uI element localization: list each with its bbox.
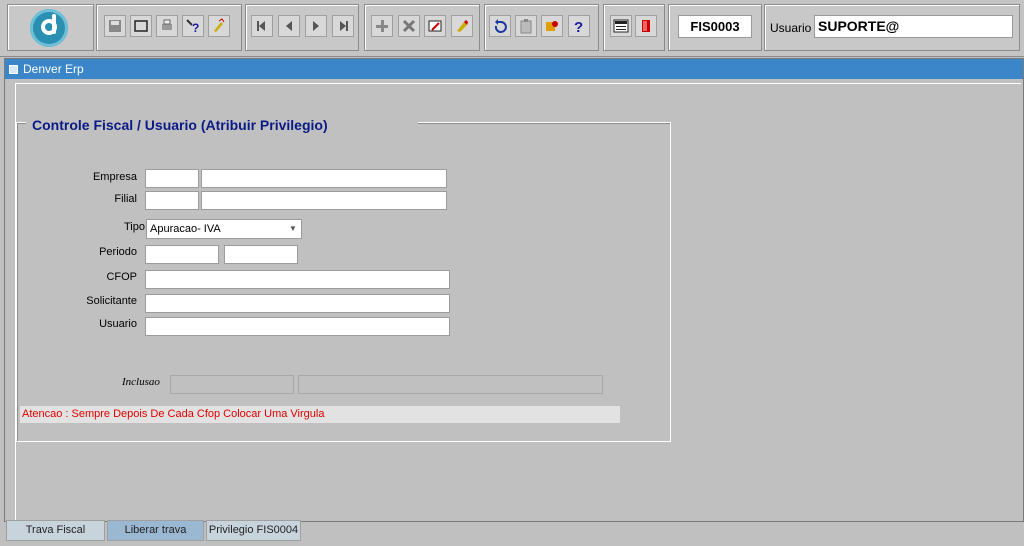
inclusao-date-field (170, 375, 294, 394)
user-field: SUPORTE@ (814, 15, 1013, 38)
solicitante-label: Solicitante (86, 295, 137, 307)
first-record-icon[interactable] (251, 15, 273, 37)
execute-query-icon[interactable] (208, 15, 230, 37)
attachment-icon[interactable] (541, 15, 563, 37)
tipo-select-value: Apuracao- IVA (150, 223, 221, 235)
chevron-down-icon[interactable]: ▼ (287, 222, 299, 236)
svg-text:?: ? (192, 21, 199, 34)
frame-title: Controle Fiscal / Usuario (Atribuir Priv… (26, 114, 418, 136)
window-icon (9, 65, 18, 74)
save-icon[interactable] (104, 15, 126, 37)
inclusao-label: Inclusao (122, 376, 160, 388)
filial-code-field[interactable] (145, 191, 199, 210)
app-logo-icon (30, 9, 68, 47)
periodo-start-field[interactable] (145, 245, 219, 264)
edit-record-icon[interactable] (424, 15, 446, 37)
cfop-field[interactable] (145, 270, 450, 289)
insert-record-icon[interactable] (371, 15, 393, 37)
empresa-code-field[interactable] (145, 169, 199, 188)
filial-label: Filial (114, 193, 137, 205)
window-titlebar: Denver Erp (5, 59, 1023, 79)
usuario-field[interactable] (145, 317, 450, 336)
tab-liberar-trava[interactable]: Liberar trava (107, 520, 204, 541)
user-label: Usuario (770, 21, 812, 35)
clipboard-icon[interactable] (515, 15, 537, 37)
tipo-label: Tipo (124, 221, 145, 233)
window-icon[interactable] (130, 15, 152, 37)
toolbar: ? ? FIS0003 Usuario SUPORTE@ (0, 0, 1024, 57)
exit-icon[interactable] (635, 15, 657, 37)
solicitante-field[interactable] (145, 294, 450, 313)
filial-name-field[interactable] (201, 191, 447, 210)
periodo-label: Periodo (99, 246, 137, 258)
print-icon[interactable] (156, 15, 178, 37)
window-title: Denver Erp (23, 62, 84, 76)
tab-trava-fiscal[interactable]: Trava Fiscal (6, 520, 105, 541)
form-code-display: FIS0003 (678, 15, 752, 38)
query-help-icon[interactable]: ? (182, 15, 204, 37)
inclusao-user-field (298, 375, 603, 394)
periodo-end-field[interactable] (224, 245, 298, 264)
help-icon[interactable]: ? (568, 15, 590, 37)
cfop-warning-message: Atencao : Sempre Depois De Cada Cfop Col… (20, 406, 620, 423)
delete-record-icon[interactable] (398, 15, 420, 37)
menu-icon[interactable] (610, 15, 632, 37)
tipo-select[interactable]: Apuracao- IVA ▼ (146, 219, 302, 239)
cfop-label: CFOP (106, 271, 137, 283)
usuario-label: Usuario (99, 318, 137, 330)
empresa-name-field[interactable] (201, 169, 447, 188)
svg-text:?: ? (574, 19, 583, 34)
undo-icon[interactable] (489, 15, 511, 37)
clear-icon[interactable] (451, 15, 473, 37)
last-record-icon[interactable] (332, 15, 354, 37)
empresa-label: Empresa (92, 171, 137, 183)
tab-privilegio-fis0004[interactable]: Privilegio FIS0004 (206, 520, 301, 541)
next-record-icon[interactable] (305, 15, 327, 37)
previous-record-icon[interactable] (278, 15, 300, 37)
